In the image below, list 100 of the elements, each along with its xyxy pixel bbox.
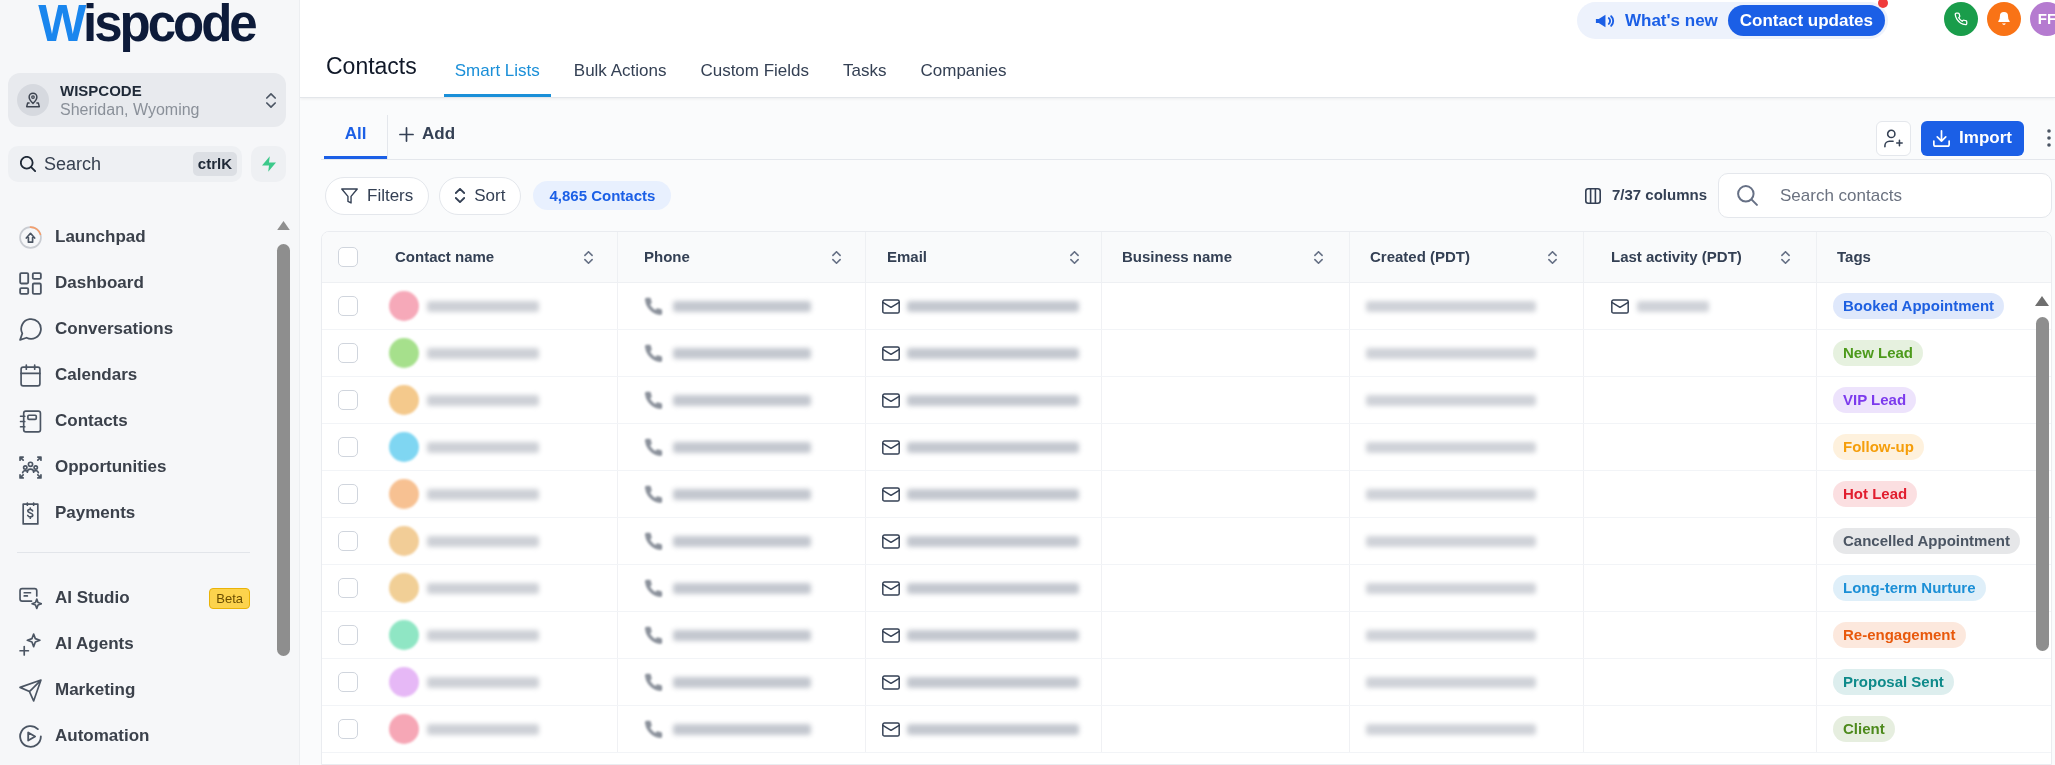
up-down-chevron-icon [1548,250,1557,264]
account-name: WISPCODE [60,80,143,100]
sort-button[interactable]: Sort [439,176,522,215]
download-icon [1933,129,1951,147]
nav-item[interactable]: Automation [0,713,256,759]
lightning-icon [261,156,276,172]
mail-icon [882,392,900,408]
row-checkbox[interactable] [338,531,358,551]
nav-item[interactable]: Launchpad [0,214,256,260]
row-checkbox[interactable] [338,484,358,504]
row-checkbox[interactable] [338,437,358,457]
account-location: Sheridan, Wyoming [60,99,200,120]
add-person-icon [1883,128,1904,148]
contact-tag: Proposal Sent [1833,669,1954,695]
tab[interactable]: Tasks [832,44,898,97]
mail-icon [882,345,900,361]
mail-icon [882,627,900,643]
filter-icon [341,187,358,204]
select-all-checkbox[interactable] [338,247,358,267]
search-icon [1737,185,1758,206]
phone-icon [644,343,663,363]
shortcut-key: ctrlK [192,152,237,176]
chat-bubble-icon [19,317,42,341]
row-checkbox[interactable] [338,296,358,316]
scroll-up-arrow-icon[interactable] [277,221,290,230]
contact-tag: New Lead [1833,340,1924,366]
column-header[interactable]: Business name [1102,232,1350,282]
row-checkbox[interactable] [338,390,358,410]
row-checkbox[interactable] [338,672,358,692]
chevron-up-down-icon [266,91,276,109]
sparkle-screen-icon [19,586,42,610]
tab[interactable]: Smart Lists [443,44,551,97]
quick-action-button[interactable] [251,146,286,182]
mail-icon [882,439,900,455]
logo: Wispcode [38,0,255,50]
sparkles-icon [19,632,42,656]
whats-new-link[interactable]: What's new [1625,7,1718,34]
filters-button[interactable]: Filters [325,176,430,215]
contact-tag: Long-term Nurture [1833,575,1986,601]
column-header: Tags [1836,246,1872,267]
scroll-up-arrow-icon[interactable] [2035,296,2049,306]
tab[interactable]: Custom Fields [689,44,821,97]
phone-icon[interactable] [1944,2,1978,36]
paper-plane-icon [19,678,42,702]
mail-icon [1611,298,1629,314]
mail-icon [882,486,900,502]
scrollbar-thumb[interactable] [2036,317,2049,651]
row-checkbox[interactable] [338,625,358,645]
up-down-chevron-icon [1314,250,1323,264]
phone-icon [644,531,663,551]
import-button[interactable]: Import [1921,120,2024,156]
row-checkbox[interactable] [338,578,358,598]
phone-icon [644,296,663,316]
nav-item[interactable]: Marketing [0,667,256,713]
add-list-button[interactable]: Add [388,98,467,159]
dollar-receipt-icon [19,501,42,525]
more-vertical-icon[interactable] [2047,129,2051,147]
phone-icon [644,578,663,598]
nav-item[interactable]: Payments [0,490,256,536]
phone-icon [644,719,663,739]
column-header[interactable]: Email [866,232,1102,282]
play-circle-icon [19,724,42,748]
up-down-chevron-icon [455,188,466,203]
nav-item[interactable]: Opportunities [0,444,256,490]
phone-icon [644,672,663,692]
nav-item[interactable]: AI Studio Beta [0,575,256,621]
contact-tag: Follow-up [1833,434,1924,460]
up-down-chevron-icon [832,250,841,264]
mail-icon [882,721,900,737]
up-down-chevron-icon [1070,250,1079,264]
contact-tag: Booked Appointment [1833,293,2005,319]
column-header[interactable]: Contact name [383,232,618,282]
column-header[interactable]: Last activity (PDT) [1584,232,1817,282]
add-contact-button[interactable] [1876,120,1912,156]
bell-icon[interactable] [1987,2,2021,36]
columns-button[interactable]: 7/37 columns [1584,184,1707,207]
search-field[interactable]: Search contacts [1718,173,2052,218]
mail-icon [882,533,900,549]
nav-item[interactable]: Calendars [0,352,256,398]
phone-icon [644,625,663,645]
nav-item[interactable]: Contacts [0,398,256,444]
column-header[interactable]: Created (PDT) [1350,232,1584,282]
mail-icon [882,580,900,596]
account-switcher[interactable]: WISPCODE Sheridan, Wyoming [8,73,286,127]
up-down-chevron-icon [584,250,593,264]
nav-item[interactable]: Conversations [0,306,256,352]
up-down-chevron-icon [1781,250,1790,264]
row-checkbox[interactable] [338,343,358,363]
nav-item[interactable]: AI Agents [0,621,256,667]
column-header[interactable]: Phone [618,232,866,282]
nav-item[interactable]: Dashboard [0,260,256,306]
row-checkbox[interactable] [338,719,358,739]
contact-updates-button[interactable]: Contact updates [1727,5,1885,36]
mail-icon [882,298,900,314]
mail-icon [882,674,900,690]
tab[interactable]: Companies [909,44,1018,97]
tab[interactable]: Bulk Actions [562,44,678,97]
contact-tag: Hot Lead [1833,481,1918,507]
phone-icon [644,484,663,504]
scrollbar-thumb[interactable] [277,244,290,656]
